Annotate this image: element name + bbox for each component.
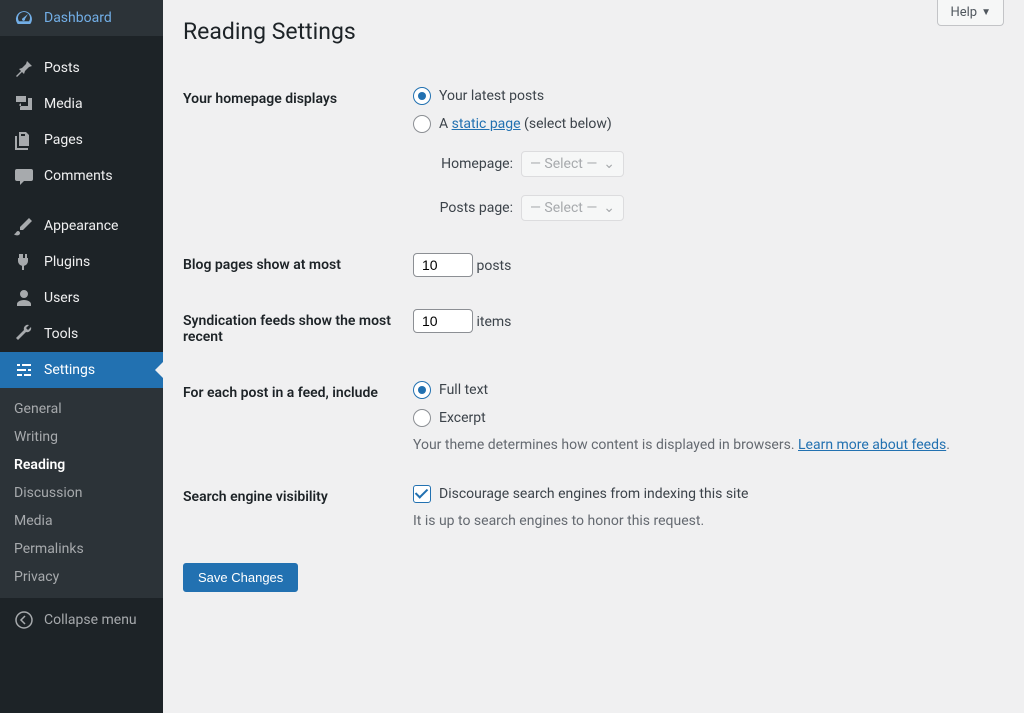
homepage-select-label: Homepage: xyxy=(431,156,513,172)
sidebar-item-label: Pages xyxy=(44,132,83,148)
posts-page-select: — Select — ⌄ xyxy=(521,195,624,221)
sidebar-item-appearance[interactable]: Appearance xyxy=(0,208,163,244)
help-tab[interactable]: Help ▼ xyxy=(937,0,1004,26)
posts-page-select-label: Posts page: xyxy=(431,200,513,216)
sidebar-item-label: Dashboard xyxy=(44,10,112,26)
sidebar-item-dashboard[interactable]: Dashboard xyxy=(0,0,163,36)
radio-full-label: Full text xyxy=(439,382,488,398)
help-label: Help xyxy=(950,5,977,20)
sliders-icon xyxy=(14,360,34,380)
radio-static-page[interactable] xyxy=(413,115,431,133)
syndication-suffix: items xyxy=(476,314,511,330)
sidebar-item-settings[interactable]: Settings xyxy=(0,352,163,388)
sidebar-item-users[interactable]: Users xyxy=(0,280,163,316)
sidebar-item-label: Posts xyxy=(44,60,80,76)
learn-more-feeds-link[interactable]: Learn more about feeds xyxy=(798,437,946,453)
submenu-discussion[interactable]: Discussion xyxy=(0,479,163,507)
submenu-writing[interactable]: Writing xyxy=(0,423,163,451)
user-icon xyxy=(14,288,34,308)
radio-static-label: A static page (select below) xyxy=(439,116,612,132)
plug-icon xyxy=(14,252,34,272)
sidebar-item-pages[interactable]: Pages xyxy=(0,122,163,158)
feed-description: Your theme determines how content is dis… xyxy=(413,437,950,453)
main-content: Help ▼ Reading Settings Your homepage di… xyxy=(163,0,1024,713)
radio-full-text[interactable] xyxy=(413,381,431,399)
chevron-down-icon: ⌄ xyxy=(603,156,615,172)
chevron-down-icon: ⌄ xyxy=(603,200,615,216)
pin-icon xyxy=(14,58,34,78)
sidebar-item-label: Media xyxy=(44,96,83,112)
blog-pages-suffix: posts xyxy=(476,258,511,274)
radio-latest-posts[interactable] xyxy=(413,87,431,105)
collapse-menu[interactable]: Collapse menu xyxy=(0,602,163,638)
media-icon xyxy=(14,94,34,114)
sidebar-item-tools[interactable]: Tools xyxy=(0,316,163,352)
collapse-label: Collapse menu xyxy=(44,612,137,628)
radio-excerpt-label: Excerpt xyxy=(439,410,486,426)
settings-submenu: General Writing Reading Discussion Media… xyxy=(0,388,163,598)
sidebar-item-label: Plugins xyxy=(44,254,90,270)
blog-pages-input[interactable] xyxy=(413,253,473,277)
sidebar-item-media[interactable]: Media xyxy=(0,86,163,122)
comment-icon xyxy=(14,166,34,186)
submenu-media[interactable]: Media xyxy=(0,507,163,535)
feed-content-heading: For each post in a feed, include xyxy=(183,365,403,469)
sidebar-item-label: Tools xyxy=(44,326,78,342)
save-changes-button[interactable]: Save Changes xyxy=(183,563,298,592)
sidebar-item-label: Comments xyxy=(44,168,113,184)
submenu-permalinks[interactable]: Permalinks xyxy=(0,535,163,563)
brush-icon xyxy=(14,216,34,236)
search-visibility-heading: Search engine visibility xyxy=(183,469,403,545)
discourage-label: Discourage search engines from indexing … xyxy=(439,486,748,502)
blog-pages-heading: Blog pages show at most xyxy=(183,237,403,293)
radio-latest-label: Your latest posts xyxy=(439,88,544,104)
submenu-reading[interactable]: Reading xyxy=(0,451,163,479)
homepage-heading: Your homepage displays xyxy=(183,71,403,237)
submenu-general[interactable]: General xyxy=(0,395,163,423)
homepage-select: — Select — ⌄ xyxy=(521,151,624,177)
sidebar-item-label: Users xyxy=(44,290,80,306)
sidebar-item-posts[interactable]: Posts xyxy=(0,50,163,86)
sidebar-item-label: Appearance xyxy=(44,218,118,234)
page-title: Reading Settings xyxy=(183,0,1004,57)
discourage-checkbox[interactable] xyxy=(413,485,431,503)
admin-sidebar: Dashboard Posts Media Pages Comments App… xyxy=(0,0,163,713)
sidebar-item-plugins[interactable]: Plugins xyxy=(0,244,163,280)
sidebar-item-comments[interactable]: Comments xyxy=(0,158,163,194)
collapse-icon xyxy=(14,610,34,630)
dashboard-icon xyxy=(14,8,34,28)
radio-excerpt[interactable] xyxy=(413,409,431,427)
search-description: It is up to search engines to honor this… xyxy=(413,513,950,529)
syndication-input[interactable] xyxy=(413,309,473,333)
syndication-heading: Syndication feeds show the most recent xyxy=(183,293,403,365)
submenu-privacy[interactable]: Privacy xyxy=(0,563,163,591)
static-page-link[interactable]: static page xyxy=(452,116,521,132)
chevron-down-icon: ▼ xyxy=(981,7,991,18)
wrench-icon xyxy=(14,324,34,344)
sidebar-item-label: Settings xyxy=(44,362,95,378)
pages-icon xyxy=(14,130,34,150)
